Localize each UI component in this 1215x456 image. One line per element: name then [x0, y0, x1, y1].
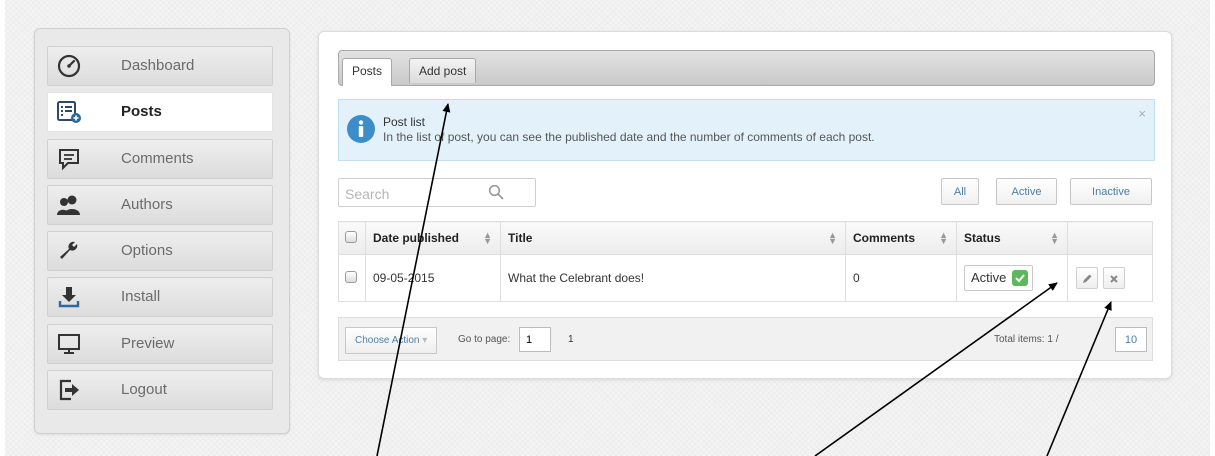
posts-table: Date published ▲ ▼ Title ▲ ▼ Comments ▲ ▼ Stat…	[338, 221, 1153, 302]
status-label: Active	[971, 270, 1007, 285]
cell-title: What the Celebrant does!	[500, 254, 846, 302]
sort-icon: ▲ ▼	[1050, 230, 1059, 246]
table-header-row: Date published ▲ ▼ Title ▲ ▼ Comments ▲ ▼ Stat…	[338, 221, 1153, 255]
page-input[interactable]	[519, 327, 551, 352]
info-message: In the list of post, you can see the pub…	[383, 130, 875, 144]
logout-icon	[56, 378, 82, 402]
wrench-icon	[56, 239, 82, 263]
filter-active-button[interactable]: Active	[996, 178, 1057, 205]
sidebar-item-label: Preview	[121, 335, 175, 352]
speech-bubble-icon	[56, 147, 82, 171]
monitor-icon	[56, 332, 82, 356]
row-checkbox[interactable]	[345, 270, 357, 283]
col-title-label: Title	[508, 231, 533, 245]
sidebar-item-label: Posts	[121, 103, 162, 120]
sidebar-item-dashboard[interactable]: Dashboard	[47, 46, 273, 86]
tab-add-post[interactable]: Add post	[409, 58, 477, 83]
cell-status: Active	[956, 254, 1068, 302]
close-icon[interactable]: ×	[1138, 106, 1146, 121]
check-icon	[1012, 269, 1029, 286]
main-panel: Posts Add post Post list In the list of …	[318, 31, 1172, 379]
col-date-published[interactable]: Date published ▲ ▼	[365, 221, 501, 255]
tab-bar: Posts Add post	[338, 50, 1155, 86]
info-title: Post list	[383, 115, 426, 129]
sidebar-item-label: Comments	[121, 150, 194, 167]
col-title[interactable]: Title ▲ ▼	[500, 221, 846, 255]
table-row: 09-05-2015 What the Celebrant does! 0 Ac…	[338, 254, 1153, 302]
total-items-label: Total items: 1 /	[994, 334, 1059, 345]
tab-posts[interactable]: Posts	[342, 58, 393, 86]
info-icon	[346, 114, 376, 147]
users-icon	[56, 193, 82, 217]
choose-action-label: Choose Action	[355, 335, 420, 346]
choose-action-dropdown[interactable]: Choose Action ▾	[345, 327, 438, 354]
select-all-cell	[338, 221, 366, 255]
sidebar-item-install[interactable]: Install	[47, 277, 273, 317]
sort-icon: ▲ ▼	[939, 230, 948, 246]
sidebar-item-options[interactable]: Options	[47, 231, 273, 271]
info-alert: Post list In the list of post, you can s…	[338, 99, 1155, 161]
chevron-down-icon: ▾	[422, 335, 428, 346]
edit-button[interactable]	[1076, 267, 1098, 289]
sidebar-item-authors[interactable]: Authors	[47, 185, 273, 225]
sort-icon: ▲ ▼	[483, 230, 492, 246]
filter-all-button[interactable]: All	[941, 178, 979, 205]
select-all-checkbox[interactable]	[345, 230, 357, 243]
search-icon[interactable]	[488, 184, 504, 203]
filter-inactive-button[interactable]: Inactive	[1070, 178, 1152, 205]
pencil-icon	[1083, 274, 1092, 283]
sidebar: Dashboard Posts Comments Authors Options…	[34, 28, 290, 434]
sort-icon: ▲ ▼	[828, 230, 837, 246]
search-box	[338, 178, 536, 207]
col-comments[interactable]: Comments ▲ ▼	[845, 221, 957, 255]
col-date-label: Date published	[373, 231, 460, 245]
col-comments-label: Comments	[853, 231, 916, 245]
cell-actions	[1067, 254, 1153, 302]
search-input[interactable]	[343, 184, 497, 204]
sidebar-item-label: Install	[121, 288, 161, 305]
goto-page-label: Go to page:	[458, 334, 511, 345]
sidebar-item-logout[interactable]: Logout	[47, 370, 273, 410]
cell-date: 09-05-2015	[365, 254, 501, 302]
sidebar-item-label: Logout	[121, 381, 167, 398]
col-status[interactable]: Status ▲ ▼	[956, 221, 1068, 255]
sidebar-item-comments[interactable]: Comments	[47, 139, 273, 179]
close-icon	[1110, 275, 1119, 283]
cell-comments: 0	[845, 254, 957, 302]
status-toggle[interactable]: Active	[964, 265, 1034, 291]
sidebar-item-preview[interactable]: Preview	[47, 324, 273, 364]
delete-button[interactable]	[1103, 267, 1126, 289]
download-icon	[56, 285, 82, 309]
page-count: 1	[568, 334, 574, 345]
sidebar-item-posts[interactable]: Posts	[47, 92, 273, 132]
post-list-add-icon	[56, 100, 82, 124]
sidebar-item-label: Dashboard	[121, 57, 195, 74]
sidebar-item-label: Authors	[121, 196, 173, 213]
sidebar-item-label: Options	[121, 242, 173, 259]
per-page-select[interactable]: 10	[1115, 327, 1147, 352]
col-actions	[1067, 221, 1153, 255]
speedometer-icon	[56, 54, 82, 78]
col-status-label: Status	[964, 231, 1001, 245]
table-footer: Choose Action ▾ Go to page: 1 Total item…	[338, 317, 1153, 361]
row-select-cell	[338, 254, 366, 302]
